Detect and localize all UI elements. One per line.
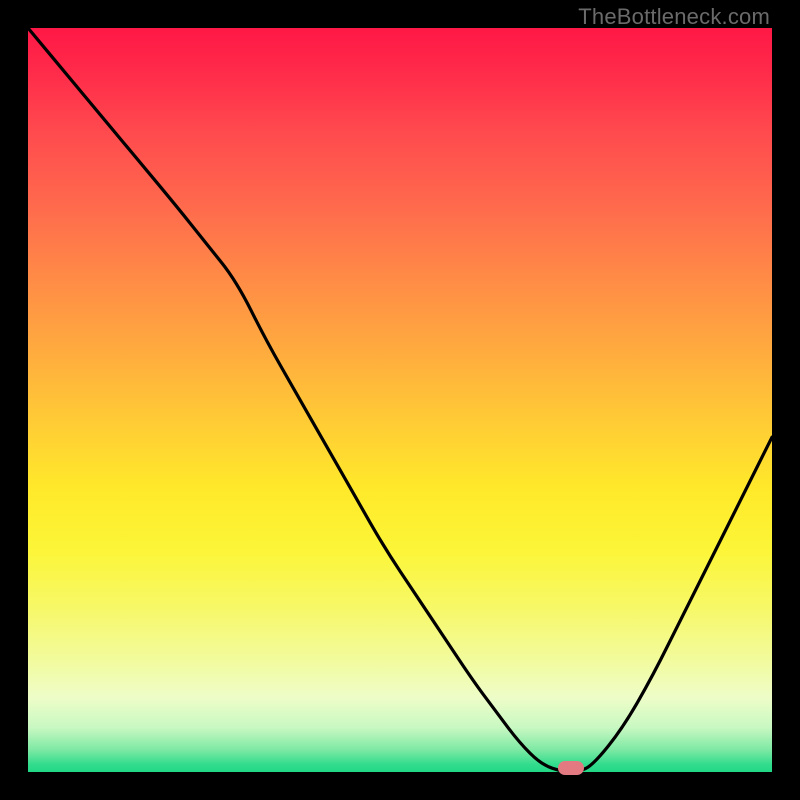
chart-frame: TheBottleneck.com — [0, 0, 800, 800]
bottleneck-curve-path — [28, 28, 772, 772]
optimum-marker — [558, 761, 584, 775]
watermark-text: TheBottleneck.com — [578, 4, 770, 30]
curve-svg — [28, 28, 772, 772]
plot-area — [28, 28, 772, 772]
